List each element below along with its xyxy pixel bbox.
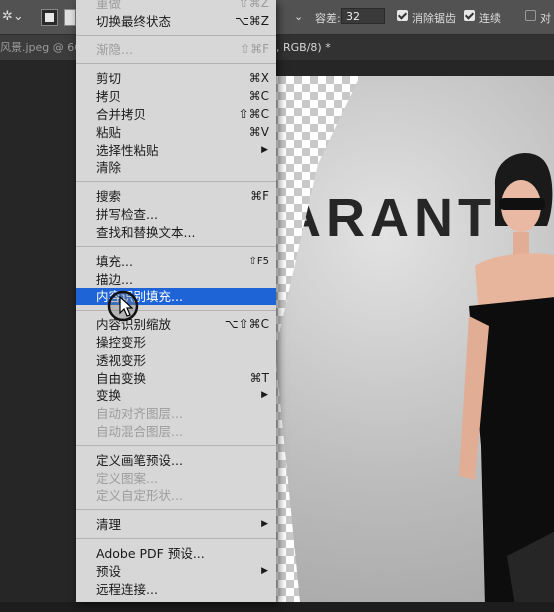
mouse-pointer-icon [107,290,139,322]
menu-divider [76,181,276,182]
menu-item-paste-special[interactable]: 选择性粘贴 ▶ [76,142,276,159]
submenu-arrow-icon: ▶ [261,566,268,576]
tolerance-label: 容差: [315,12,341,25]
menu-item-copy[interactable]: 拷贝 ⌘C [76,88,276,105]
menu-item-puppet-warp[interactable]: 操控变形 [76,334,276,351]
woman-figure [459,153,554,602]
menu-item-define-pattern: 定义图案... [96,471,158,486]
menu-item-free-transform[interactable]: 自由变换 ⌘T [76,370,276,387]
menu-divider [76,509,276,510]
menu-item-auto-blend-layers: 自动混合图层... [96,424,183,439]
menu-item-paste[interactable]: 粘贴 ⌘V [76,124,276,141]
menu-item-remote-connections[interactable]: 远程连接... [76,581,276,598]
menu-item-presets[interactable]: 预设 ▶ [76,563,276,580]
menu-item-transform[interactable]: 变换 ▶ [76,387,276,404]
tab-active-document[interactable]: 0, RGB/8) * [269,35,469,60]
menu-divider [76,246,276,247]
menu-item-cut[interactable]: 剪切 ⌘X [76,70,276,87]
menu-item-adobe-pdf-presets[interactable]: Adobe PDF 预设... [76,545,276,562]
menu-item-redo: 重做 ⇧⌘Z [96,0,269,11]
anti-alias-label: 消除锯齿 [412,12,456,25]
menu-item-check-spelling[interactable]: 拼写检查... [76,206,276,223]
menu-item-copy-merged[interactable]: 合并拷贝 ⇧⌘C [76,106,276,123]
submenu-arrow-icon: ▶ [261,390,268,400]
menu-item-toggle-last-state[interactable]: 切换最终状态 ⌥⌘Z [76,13,276,30]
menu-item-fill[interactable]: 填充... ⇧F5 [76,253,276,270]
add-selection-mode-button[interactable] [64,9,76,26]
menu-item-stroke[interactable]: 描边... [76,271,276,288]
tab-landscape-jpeg[interactable]: 风景.jpeg @ 66 [0,35,78,60]
submenu-arrow-icon: ▶ [261,519,268,529]
menu-item-fade: 渐隐... ⇧⌘F [96,42,269,57]
menu-item-perspective-warp[interactable]: 透视变形 [76,352,276,369]
menu-item-clear[interactable]: 清除 [76,159,276,176]
sample-all-layers-label: 对 [540,12,551,25]
magic-wand-icon[interactable]: ✲⌄ [2,9,24,24]
photo-layer: ARANT [275,76,554,602]
contiguous-label: 连续 [479,12,501,25]
menu-item-define-brush-preset[interactable]: 定义画笔预设... [76,452,276,469]
menu-divider [76,63,276,64]
submenu-arrow-icon: ▶ [261,145,268,155]
new-selection-mode-button[interactable] [41,9,58,26]
tolerance-input[interactable]: 32 [341,8,385,24]
menu-item-auto-align-layers: 自动对齐图层... [96,406,183,421]
menu-divider [76,35,276,36]
menu-item-search[interactable]: 搜索 ⌘F [76,188,276,205]
contiguous-checkbox[interactable] [464,10,475,21]
menu-divider [76,445,276,446]
anti-alias-checkbox[interactable] [397,10,408,21]
menu-divider [76,538,276,539]
menu-item-find-replace[interactable]: 查找和替换文本... [76,224,276,241]
menu-item-define-custom-shape: 定义自定形状... [96,488,183,503]
document-canvas[interactable]: ARANT [270,76,554,602]
sample-size-dropdown[interactable]: ⌄ [294,10,303,23]
menu-item-purge[interactable]: 清理 ▶ [76,516,276,533]
status-bar [0,602,554,612]
sample-all-layers-checkbox[interactable] [525,10,536,21]
